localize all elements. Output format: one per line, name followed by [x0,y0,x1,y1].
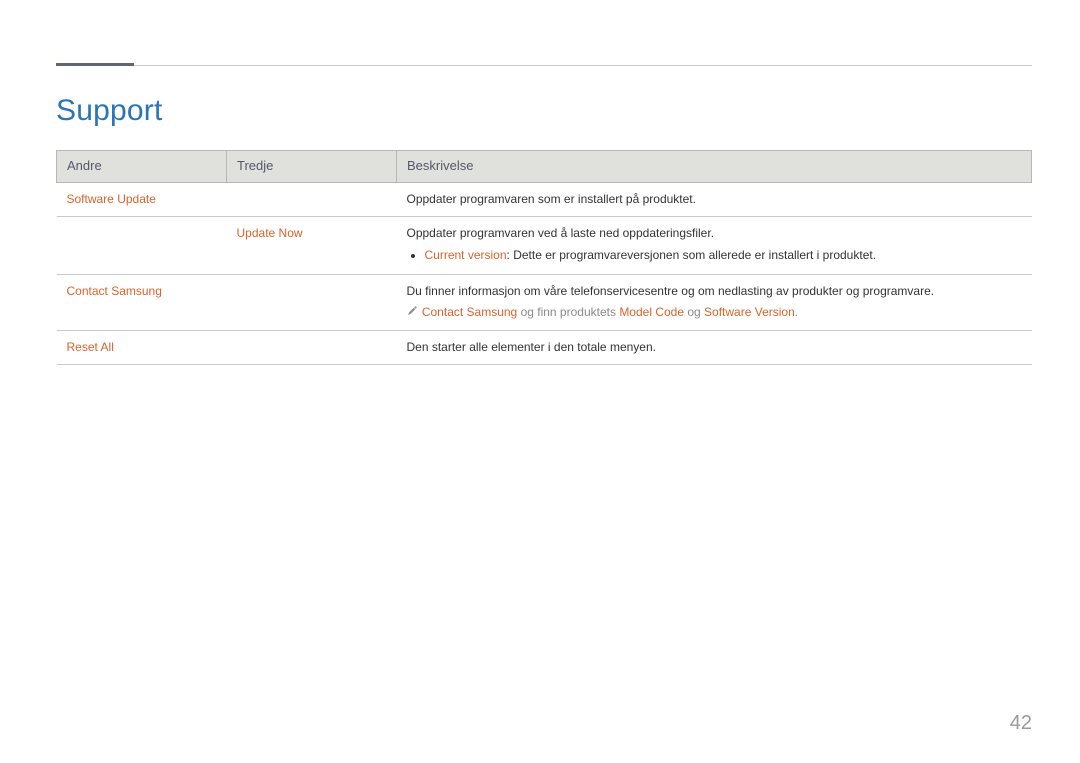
current-version-rest: : Dette er programvareversjonen som alle… [507,248,877,262]
rule-full-line [56,65,1032,66]
desc-software-update: Oppdater programvaren som er installert … [397,182,1032,216]
bullet-list: Current version: Dette er programvarever… [407,247,1022,264]
bullet-current-version: Current version: Dette er programvarever… [425,247,1022,264]
rule-accent-bar [56,63,134,66]
current-version-label: Current version [425,248,507,262]
note-software-version: Software Version [704,305,795,319]
header-rule [56,56,1032,66]
page-number: 42 [1010,712,1032,735]
note-text-1: og finn produktets [517,305,619,319]
col-header-tredje: Tredje [227,151,397,183]
note-text-3: . [795,305,798,319]
note-line: Contact Samsung og finn produktets Model… [407,304,1022,321]
desc-contact-samsung: Du finner informasjon om våre telefonser… [397,275,1032,331]
menu-item-update-now: Update Now [237,226,303,240]
note-text-2: og [684,305,704,319]
table-row: Software Update Oppdater programvaren so… [57,182,1032,216]
desc-reset-all: Den starter alle elementer i den totale … [397,330,1032,364]
menu-item-reset-all: Reset All [67,340,114,354]
table-row: Update Now Oppdater programvaren ved å l… [57,217,1032,275]
support-table: Andre Tredje Beskrivelse Software Update… [56,150,1032,365]
menu-item-contact-samsung: Contact Samsung [67,284,162,298]
note-contact-samsung: Contact Samsung [422,305,517,319]
col-header-beskrivelse: Beskrivelse [397,151,1032,183]
desc-update-now: Oppdater programvaren ved å laste ned op… [397,217,1032,275]
table-row: Reset All Den starter alle elementer i d… [57,330,1032,364]
desc-update-now-line1: Oppdater programvaren ved å laste ned op… [407,226,715,240]
table-row: Contact Samsung Du finner informasjon om… [57,275,1032,331]
menu-item-software-update: Software Update [67,192,156,206]
col-header-andre: Andre [57,151,227,183]
pencil-icon [407,304,417,321]
section-title: Support [56,94,1032,128]
table-header-row: Andre Tredje Beskrivelse [57,151,1032,183]
desc-contact-samsung-line1: Du finner informasjon om våre telefonser… [407,284,935,298]
document-page: Support Andre Tredje Beskrivelse Softwar… [0,0,1080,763]
note-model-code: Model Code [619,305,684,319]
